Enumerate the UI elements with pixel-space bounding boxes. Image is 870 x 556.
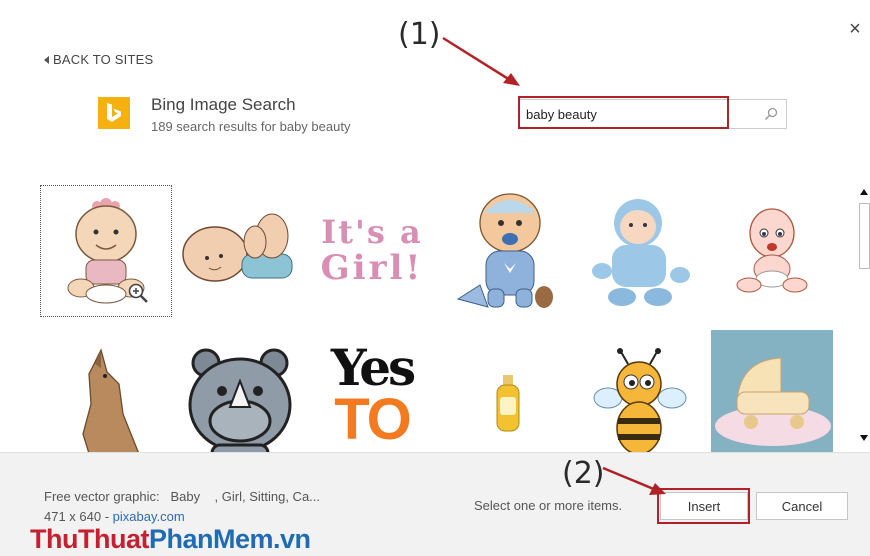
result-count: 189 search results for baby beauty <box>151 119 351 134</box>
bing-logo <box>98 97 130 129</box>
annotation-highlight-search <box>518 96 729 129</box>
result-item[interactable] <box>174 338 306 452</box>
annotation-step2: (2) <box>562 456 605 491</box>
bee-image <box>593 348 687 452</box>
result-item[interactable] <box>574 338 706 452</box>
its-a-girl-line1: It's a <box>321 212 423 251</box>
watermark-part2: PhanMem.vn <box>148 524 311 554</box>
scroll-up-icon[interactable] <box>858 185 870 199</box>
yes-to-line1: Yes <box>330 338 416 397</box>
scrollbar-thumb[interactable] <box>859 203 870 269</box>
watermark-part1: ThuThuat <box>30 524 149 554</box>
close-button[interactable]: × <box>844 18 866 40</box>
results-scrollbar[interactable] <box>858 185 870 450</box>
result-item[interactable] <box>174 185 306 317</box>
info-label: Free vector graphic: <box>44 489 160 504</box>
watermark: ThuThuatPhanMem.vn <box>30 524 311 555</box>
yes-to-line2: TO <box>334 386 411 452</box>
baby-lotion-image <box>496 375 520 432</box>
image-dimensions: 471 x 640 - <box>44 509 113 524</box>
cancel-button[interactable]: Cancel <box>756 492 848 520</box>
result-item[interactable] <box>442 185 574 317</box>
selected-item-info: Free vector graphic: Baby , Girl, Sittin… <box>44 489 320 504</box>
search-icon[interactable] <box>763 106 779 122</box>
annotation-highlight-insert <box>657 488 750 524</box>
rhino-image <box>188 348 292 452</box>
baby-with-pacifier-image <box>456 193 553 308</box>
chevron-left-icon <box>44 55 49 64</box>
annotation-arrow-1 <box>442 36 520 86</box>
result-item[interactable]: It's a Girl! <box>306 185 438 317</box>
annotation-step1: (1) <box>398 17 441 52</box>
result-item[interactable] <box>442 338 574 452</box>
its-a-girl-line2: Girl! <box>320 247 424 288</box>
source-link[interactable]: pixabay.com <box>113 509 185 524</box>
back-to-sites-link[interactable]: BACK TO SITES <box>44 52 153 67</box>
result-item[interactable] <box>574 185 706 317</box>
result-item[interactable] <box>706 330 838 452</box>
result-item[interactable]: Yes TO <box>306 338 438 452</box>
result-item[interactable] <box>40 338 172 452</box>
info-tags: Baby , Girl, Sitting, Ca... <box>170 489 321 504</box>
provider-title: Bing Image Search <box>151 95 296 114</box>
doll-in-blue-image <box>592 199 690 306</box>
crying-baby-image <box>736 208 808 293</box>
scroll-down-icon[interactable] <box>858 431 870 445</box>
selected-item-meta: 471 x 640 - pixabay.com <box>44 509 185 524</box>
zoom-icon[interactable] <box>127 282 149 304</box>
baby-lying-image <box>182 213 293 282</box>
baby-carriage-cake-image <box>711 330 833 452</box>
kangaroo-image <box>82 348 139 452</box>
image-results-grid: It's a Girl! Yes TO <box>38 180 838 452</box>
result-item[interactable] <box>40 185 172 317</box>
bing-icon <box>107 103 121 122</box>
selection-status: Select one or more items. <box>474 498 623 513</box>
insert-pictures-dialog: × BACK TO SITES Bing Image Search 189 se… <box>0 0 870 556</box>
result-item[interactable] <box>706 185 838 317</box>
back-to-sites-label: BACK TO SITES <box>53 52 154 67</box>
